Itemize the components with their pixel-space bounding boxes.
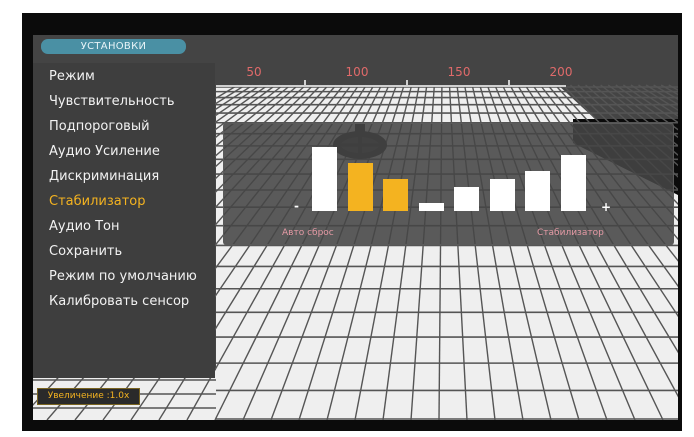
menu-item-calibrate-sensor[interactable]: Калибровать сенсор: [49, 294, 189, 309]
stabilizer-level-bar: [454, 187, 479, 211]
ruler-line: [216, 85, 566, 87]
stabilizer-level-bar: [525, 171, 550, 211]
menu-item-mode[interactable]: Режим: [49, 69, 95, 84]
ruler-label-150: 150: [447, 65, 471, 79]
menu-item-audio-gain[interactable]: Аудио Усиление: [49, 144, 160, 159]
settings-panel: УСТАНОВКИ Режим Чувствительность Подпоро…: [33, 35, 678, 420]
stabilizer-control[interactable]: - + Авто сброс Стабилизатор: [223, 123, 674, 245]
ruler-label-100: 100: [345, 65, 369, 79]
page-title: УСТАНОВКИ: [41, 39, 186, 54]
ruler-label-50: 50: [246, 65, 262, 79]
stabilizer-level-bar: [347, 163, 373, 211]
menu-item-threshold[interactable]: Подпороговый: [49, 119, 150, 134]
menu-item-audio-tone[interactable]: Аудио Тон: [49, 219, 120, 234]
depth-ruler: 50 100 150 200: [216, 65, 576, 91]
stabilizer-level-bar: [312, 147, 337, 211]
stabilizer-level-bar: [489, 179, 515, 211]
menu-item-save[interactable]: Сохранить: [49, 244, 122, 259]
menu-item-default-mode[interactable]: Режим по умолчанию: [49, 269, 197, 284]
menu-item-discrimination[interactable]: Дискриминация: [49, 169, 159, 184]
ruler-label-200: 200: [549, 65, 573, 79]
settings-menu: Режим Чувствительность Подпороговый Ауди…: [33, 63, 215, 378]
increase-label: +: [601, 200, 612, 214]
auto-reset-caption: Авто сброс: [282, 228, 334, 238]
decrease-label: -: [294, 199, 299, 213]
zoom-indicator: Увеличение :1.0x: [37, 388, 140, 405]
device-screen: УСТАНОВКИ Режим Чувствительность Подпоро…: [22, 13, 682, 431]
menu-item-sensitivity[interactable]: Чувствительность: [49, 94, 174, 109]
stabilizer-caption: Стабилизатор: [537, 228, 604, 238]
stabilizer-level-bar: [560, 155, 586, 211]
menu-item-stabilizer[interactable]: Стабилизатор: [49, 194, 146, 209]
stabilizer-level-bar: [418, 203, 444, 211]
stabilizer-level-bar: [383, 179, 408, 211]
